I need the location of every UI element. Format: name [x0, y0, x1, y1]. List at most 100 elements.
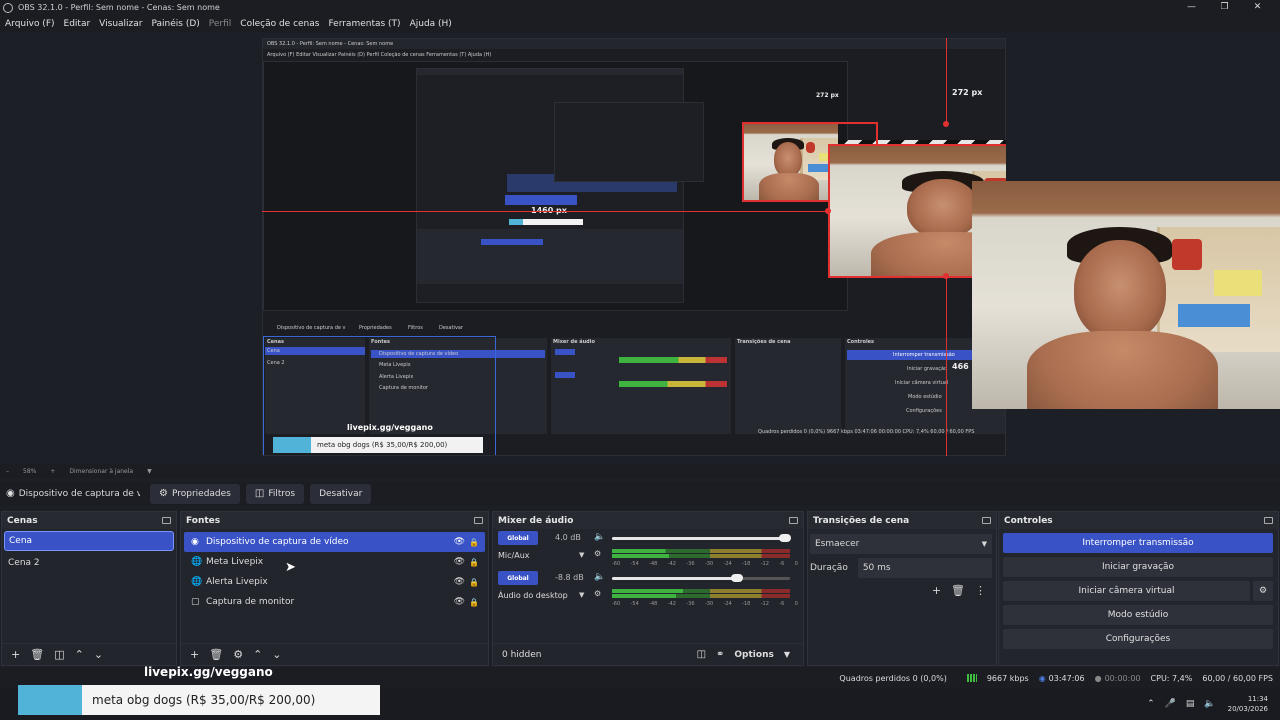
menu-editar[interactable]: Editar — [64, 19, 91, 29]
source-item-monitor[interactable]: ▢ Captura de monitor 👁 🔒 — [184, 592, 485, 612]
gear-icon[interactable]: ⚙ — [1253, 581, 1273, 601]
menu-ferramentas[interactable]: Ferramentas (T) — [328, 19, 400, 29]
close-icon[interactable]: ✕ — [1241, 0, 1274, 15]
transitions-dock: Transições de cena Esmaecer ▼ Duração 50… — [807, 511, 997, 666]
overlay-banner-block — [18, 685, 82, 715]
move-up-icon[interactable]: ⌃ — [75, 648, 84, 661]
filters-label: Filtros — [268, 489, 296, 499]
lock-icon[interactable]: 🔒 — [469, 578, 479, 587]
transitions-title: Transições de cena — [813, 515, 910, 526]
gear-icon[interactable]: ⚙ — [233, 648, 243, 661]
layout-icon[interactable]: ◫ — [697, 649, 706, 660]
menu-colecao[interactable]: Coleção de cenas — [240, 19, 319, 29]
source-item-capture[interactable]: ◉ Dispositivo de captura de vídeo 👁 🔒 — [184, 532, 485, 552]
transitions-header: Transições de cena — [808, 512, 996, 529]
nested-mixer-global-1 — [555, 349, 575, 355]
scene-item-cena[interactable]: Cena — [4, 531, 174, 551]
lock-icon[interactable]: 🔒 — [469, 558, 479, 567]
start-recording-button[interactable]: Iniciar gravação — [1003, 557, 1273, 577]
move-up-icon[interactable]: ⌃ — [253, 648, 262, 661]
eye-icon[interactable]: 👁 — [454, 577, 465, 587]
remove-source-icon[interactable]: 🗑 — [209, 648, 223, 661]
undock-icon[interactable] — [982, 517, 991, 524]
chevron-down-icon[interactable]: ▼ — [147, 468, 152, 475]
clock[interactable]: 11:34 20/03/2026 — [1228, 694, 1268, 714]
menu-arquivo[interactable]: Arquivo (F) — [5, 19, 55, 29]
minimize-icon[interactable]: — — [1175, 0, 1208, 15]
chevron-down-icon[interactable]: ▼ — [579, 591, 584, 599]
move-down-icon[interactable]: ⌄ — [272, 648, 281, 661]
hidden-count[interactable]: 0 hidden — [502, 650, 541, 660]
source-item-alerta[interactable]: 🌐 Alerta Livepix 👁 🔒 — [184, 572, 485, 592]
duration-input[interactable]: 50 ms — [857, 558, 992, 578]
volume-meter — [612, 549, 798, 559]
more-icon[interactable]: ⋮ — [975, 584, 986, 597]
undock-icon[interactable] — [789, 517, 798, 524]
volume-slider[interactable] — [612, 574, 790, 582]
filters-button[interactable]: ◫ Filtros — [245, 484, 305, 504]
source-label: Dispositivo de captura de vídeo — [206, 537, 349, 547]
add-source-icon[interactable]: + — [190, 648, 199, 661]
studio-mode-button[interactable]: Modo estúdio — [1003, 605, 1273, 625]
undock-icon[interactable] — [474, 517, 483, 524]
eye-icon[interactable]: 👁 — [454, 557, 465, 567]
zoom-out-icon[interactable]: – — [6, 468, 9, 475]
nested-ctx-source: Dispositivo de captura de v — [277, 325, 346, 331]
lock-icon[interactable]: 🔒 — [469, 538, 479, 547]
preview-canvas[interactable]: OBS 32.1.0 - Perfil: Sem nome - Cenas: S… — [262, 38, 1006, 456]
virtual-camera-button[interactable]: Iniciar câmera virtual — [1003, 581, 1250, 601]
move-down-icon[interactable]: ⌄ — [94, 648, 103, 661]
handle-left[interactable] — [825, 208, 831, 214]
settings-button[interactable]: Configurações — [1003, 629, 1273, 649]
eye-icon[interactable]: 👁 — [454, 597, 465, 607]
microphone-icon[interactable]: 🎤 — [1165, 699, 1176, 709]
deactivate-button[interactable]: Desativar — [310, 484, 372, 504]
clock-date: 20/03/2026 — [1227, 705, 1268, 713]
transition-select[interactable]: Esmaecer ▼ — [810, 534, 992, 554]
resize-mode[interactable]: Dimensionar à janela — [69, 468, 133, 475]
handle-top[interactable] — [943, 121, 949, 127]
eye-icon[interactable]: 👁 — [454, 537, 465, 547]
nested-mixer-global-2 — [555, 372, 575, 378]
undock-icon[interactable] — [1264, 517, 1273, 524]
volume-slider[interactable] — [612, 534, 791, 542]
network-icon[interactable]: ▤ — [1186, 699, 1195, 709]
scenes-title: Cenas — [7, 515, 38, 526]
nested-transitions-head: Transições de cena — [737, 339, 791, 345]
undock-icon[interactable] — [162, 517, 171, 524]
menu-ajuda[interactable]: Ajuda (H) — [410, 19, 452, 29]
menu-paineis[interactable]: Painéis (D) — [151, 19, 199, 29]
nested-meter-1 — [619, 357, 727, 363]
chevron-up-icon[interactable]: ⌃ — [1147, 699, 1155, 709]
options-button[interactable]: Options — [734, 650, 773, 660]
remove-scene-icon[interactable]: 🗑 — [30, 648, 44, 661]
remove-transition-icon[interactable]: 🗑 — [951, 584, 965, 597]
lock-icon[interactable]: 🔒 — [469, 598, 479, 607]
properties-button[interactable]: ⚙ Propriedades — [150, 484, 240, 504]
source-item-meta[interactable]: 🌐 Meta Livepix 👁 🔒 — [184, 552, 485, 572]
menu-visualizar[interactable]: Visualizar — [99, 19, 142, 29]
scene-item-cena-2[interactable]: Cena 2 — [4, 553, 174, 573]
maximize-icon[interactable]: ❐ — [1208, 0, 1241, 15]
filters-icon[interactable]: ◫ — [54, 648, 64, 661]
menu-perfil[interactable]: Perfil — [209, 19, 232, 29]
volume-icon[interactable]: 🔈 — [1204, 699, 1215, 709]
preview-area[interactable]: OBS 32.1.0 - Perfil: Sem nome - Cenas: S… — [0, 32, 1280, 464]
monitor-icon: ▢ — [191, 597, 200, 607]
tick-label: -12 — [760, 561, 769, 567]
stop-stream-button[interactable]: Interromper transmissão — [1003, 533, 1273, 553]
zoom-in-icon[interactable]: + — [50, 468, 55, 475]
link-icon[interactable]: ⚭ — [716, 649, 724, 660]
chevron-down-icon[interactable]: ▼ — [579, 551, 584, 559]
speaker-icon[interactable]: 🔈 — [594, 532, 605, 542]
sources-title: Fontes — [186, 515, 221, 526]
add-scene-icon[interactable]: + — [11, 648, 20, 661]
gear-icon[interactable]: ⚙ — [594, 549, 601, 558]
mixer-header: Mixer de áudio — [493, 512, 803, 529]
add-transition-icon[interactable]: + — [932, 584, 941, 597]
context-source-name: Dispositivo de captura de v — [18, 489, 140, 499]
handle-bottom[interactable] — [943, 273, 949, 279]
chevron-down-icon[interactable]: ▼ — [784, 650, 790, 659]
gear-icon[interactable]: ⚙ — [594, 589, 601, 598]
speaker-icon[interactable]: 🔈 — [594, 572, 605, 582]
